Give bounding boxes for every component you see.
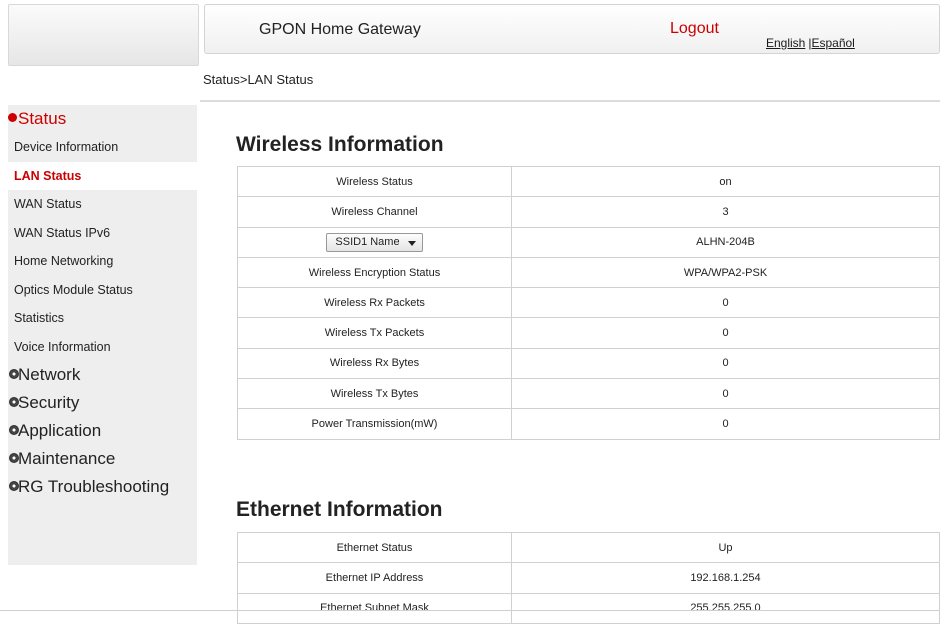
logout-link[interactable]: Logout (670, 20, 719, 38)
sidebar-item-lan-status[interactable]: LAN Status (8, 161, 197, 190)
table-row: Wireless Tx Bytes 0 (237, 378, 940, 410)
language-switcher: English |Español (766, 36, 855, 50)
sidebar-item-voice-information[interactable]: Voice Information (8, 333, 197, 362)
sidebar-item-home-networking[interactable]: Home Networking (8, 247, 197, 276)
english-link[interactable]: English (766, 36, 805, 50)
row-label: Ethernet Status (237, 531, 512, 564)
nav-group-network[interactable]: Network (8, 361, 197, 389)
sidebar-item-wan-status[interactable]: WAN Status (8, 190, 197, 219)
expand-plus-icon (9, 425, 19, 435)
table-row: SSID1 Name ALHN-204B (237, 226, 940, 258)
row-value: 192.168.1.254 (511, 562, 940, 594)
expanded-marker-icon (8, 113, 17, 122)
row-label: Ethernet IP Address (237, 562, 512, 594)
app-title: GPON Home Gateway (259, 21, 421, 38)
nav-group-rg-troubleshooting[interactable]: RG Troubleshooting (8, 473, 197, 501)
row-value: 0 (511, 347, 940, 380)
table-row: Wireless Channel 3 (237, 196, 940, 228)
ethernet-section-title: Ethernet Information (236, 498, 443, 521)
row-label: Wireless Channel (237, 196, 512, 228)
sidebar-item-optics-module-status[interactable]: Optics Module Status (8, 276, 197, 305)
sidebar-item-statistics[interactable]: Statistics (8, 304, 197, 333)
nav-group-label: Status (18, 109, 67, 128)
table-row: Ethernet IP Address 192.168.1.254 (237, 562, 940, 594)
row-value: ALHN-204B (511, 226, 940, 258)
nav-group-label: Network (18, 365, 81, 384)
table-row: Ethernet Status Up (237, 531, 940, 564)
expand-plus-icon (9, 369, 19, 379)
table-row: Wireless Tx Packets 0 (237, 317, 940, 349)
sidebar-nav: Status Device Information LAN Status WAN… (8, 105, 197, 565)
wireless-section-title: Wireless Information (236, 133, 444, 156)
row-label: Wireless Tx Bytes (237, 378, 512, 410)
sidebar-item-wan-status-ipv6[interactable]: WAN Status IPv6 (8, 219, 197, 248)
nav-group-status[interactable]: Status (8, 105, 197, 133)
table-row: Wireless Encryption Status WPA/WPA2-PSK (237, 256, 940, 289)
sidebar-item-device-information[interactable]: Device Information (8, 133, 197, 162)
logo-area (8, 4, 199, 66)
table-row: Power Transmission(mW) 0 (237, 408, 940, 440)
nav-group-label: Maintenance (18, 449, 116, 468)
wireless-info-table: Wireless Status on Wireless Channel 3 SS… (237, 165, 940, 440)
row-value: Up (511, 531, 940, 564)
row-label: Wireless Rx Packets (237, 287, 512, 319)
row-label: Wireless Encryption Status (237, 256, 512, 289)
row-label: Ethernet Subnet Mask (237, 592, 512, 624)
row-value: on (511, 165, 940, 198)
ssid-select[interactable]: SSID1 Name (326, 232, 423, 252)
row-value: 0 (511, 408, 940, 440)
ssid-select-value: SSID1 Name (335, 235, 400, 248)
chevron-down-icon (407, 240, 416, 246)
nav-group-label: RG Troubleshooting (18, 477, 170, 496)
nav-group-label: Application (18, 421, 102, 440)
row-value: 3 (511, 196, 940, 228)
expand-plus-icon (9, 453, 19, 463)
table-row: Wireless Rx Packets 0 (237, 287, 940, 319)
row-value: 0 (511, 378, 940, 410)
row-label: Wireless Rx Bytes (237, 347, 512, 380)
row-label: Wireless Tx Packets (237, 317, 512, 349)
nav-group-application[interactable]: Application (8, 417, 197, 445)
ssid-select-cell: SSID1 Name (237, 226, 512, 258)
row-value: 255.255.255.0 (511, 592, 940, 624)
espanol-link[interactable]: Español (811, 36, 854, 50)
row-value: 0 (511, 287, 940, 319)
row-value: 0 (511, 317, 940, 349)
nav-group-label: Security (18, 393, 80, 412)
header-divider (200, 100, 940, 102)
row-value: WPA/WPA2-PSK (511, 256, 940, 289)
row-label: Power Transmission(mW) (237, 408, 512, 440)
breadcrumb: Status>LAN Status (203, 72, 314, 87)
expand-plus-icon (9, 397, 19, 407)
table-row: Wireless Rx Bytes 0 (237, 347, 940, 380)
header-bar: GPON Home Gateway Logout English |Español (204, 4, 940, 54)
row-label: Wireless Status (237, 165, 512, 198)
expand-plus-icon (9, 481, 19, 491)
table-row: Ethernet Subnet Mask 255.255.255.0 (237, 592, 940, 624)
nav-group-security[interactable]: Security (8, 389, 197, 417)
nav-group-maintenance[interactable]: Maintenance (8, 445, 197, 473)
table-row: Wireless Status on (237, 165, 940, 198)
